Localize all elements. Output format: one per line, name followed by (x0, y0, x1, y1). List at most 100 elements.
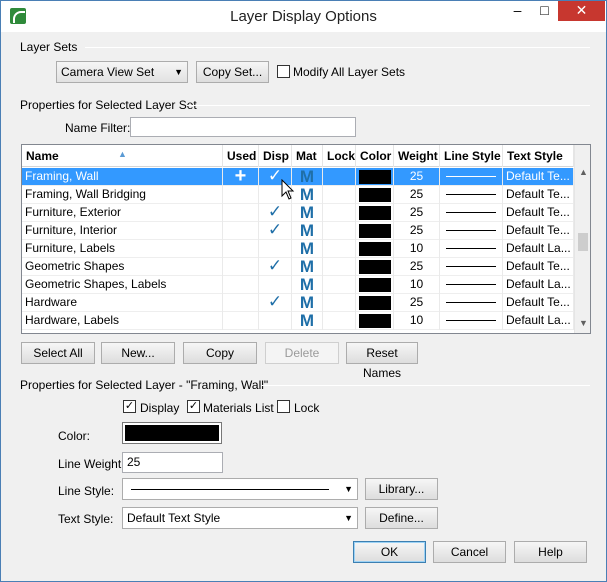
cell-line-style[interactable] (440, 276, 503, 294)
cell-text-style[interactable]: Default Te... (503, 258, 574, 276)
new-layer-button[interactable]: New... (101, 342, 175, 364)
color-picker-button[interactable] (122, 422, 222, 444)
cell-lock[interactable] (323, 312, 356, 330)
cell-lock[interactable] (323, 276, 356, 294)
ok-button[interactable]: OK (353, 541, 426, 563)
cell-line-style[interactable] (440, 186, 503, 204)
cell-weight[interactable]: 25 (394, 186, 440, 204)
cell-weight[interactable]: 10 (394, 240, 440, 258)
column-header-text-style[interactable]: Text Style (503, 145, 574, 167)
cell-used[interactable] (223, 276, 259, 294)
name-filter-input[interactable] (130, 117, 356, 137)
cell-used[interactable] (223, 240, 259, 258)
column-header-color[interactable]: Color (356, 145, 394, 167)
cell-color[interactable] (356, 222, 394, 240)
table-vertical-scrollbar[interactable]: ▲ ▼ (574, 145, 590, 333)
table-row[interactable]: Framing, Wall Bridging M 25 Default Te... (22, 186, 574, 204)
cell-color[interactable] (356, 186, 394, 204)
cell-disp[interactable]: ✓ (259, 222, 292, 240)
cell-name[interactable]: Framing, Wall Bridging (22, 186, 223, 204)
cancel-button[interactable]: Cancel (433, 541, 506, 563)
table-row[interactable]: Hardware ✓ M 25 Default Te... (22, 294, 574, 312)
cell-text-style[interactable]: Default La... (503, 276, 574, 294)
cell-lock[interactable] (323, 294, 356, 312)
cell-mat[interactable]: M (292, 168, 323, 186)
define-button[interactable]: Define... (365, 507, 438, 529)
text-style-dropdown[interactable]: Default Text Style ▼ (122, 507, 358, 529)
cell-lock[interactable] (323, 222, 356, 240)
reset-names-button[interactable]: Reset Names (346, 342, 418, 380)
column-header-line-style[interactable]: Line Style (440, 145, 503, 167)
layer-set-dropdown[interactable]: Camera View Set ▼ (56, 61, 188, 83)
cell-disp[interactable] (259, 276, 292, 294)
cell-text-style[interactable]: Default Te... (503, 294, 574, 312)
line-weight-input[interactable]: 25 (122, 452, 223, 473)
cell-line-style[interactable] (440, 240, 503, 258)
scrollbar-thumb[interactable] (578, 233, 588, 251)
cell-used[interactable]: + (223, 168, 259, 186)
cell-used[interactable] (223, 294, 259, 312)
cell-mat[interactable]: M (292, 294, 323, 312)
cell-weight[interactable]: 25 (394, 204, 440, 222)
copy-set-button[interactable]: Copy Set... (196, 61, 269, 83)
cell-color[interactable] (356, 312, 394, 330)
library-button[interactable]: Library... (365, 478, 438, 500)
help-button[interactable]: Help (514, 541, 587, 563)
column-header-weight[interactable]: Weight (394, 145, 440, 167)
cell-lock[interactable] (323, 168, 356, 186)
scroll-up-icon[interactable]: ▲ (575, 167, 590, 177)
cell-used[interactable] (223, 258, 259, 276)
column-header-used[interactable]: Used (223, 145, 259, 167)
cell-mat[interactable]: M (292, 186, 323, 204)
cell-lock[interactable] (323, 186, 356, 204)
cell-mat[interactable]: M (292, 312, 323, 330)
cell-color[interactable] (356, 294, 394, 312)
scroll-down-icon[interactable]: ▼ (575, 318, 590, 328)
table-row[interactable]: Geometric Shapes ✓ M 25 Default Te... (22, 258, 574, 276)
lock-checkbox[interactable] (277, 400, 290, 413)
cell-used[interactable] (223, 222, 259, 240)
cell-name[interactable]: Framing, Wall (22, 168, 223, 186)
cell-disp[interactable] (259, 240, 292, 258)
column-header-disp[interactable]: Disp (259, 145, 292, 167)
cell-mat[interactable]: M (292, 222, 323, 240)
cell-lock[interactable] (323, 240, 356, 258)
materials-list-checkbox[interactable]: ✓ (187, 400, 200, 413)
cell-name[interactable]: Geometric Shapes (22, 258, 223, 276)
cell-weight[interactable]: 25 (394, 168, 440, 186)
cell-used[interactable] (223, 204, 259, 222)
column-header-lock[interactable]: Lock (323, 145, 356, 167)
cell-text-style[interactable]: Default Te... (503, 204, 574, 222)
cell-line-style[interactable] (440, 258, 503, 276)
cell-text-style[interactable]: Default Te... (503, 186, 574, 204)
maximize-button[interactable]: □ (531, 1, 558, 21)
cell-color[interactable] (356, 240, 394, 258)
cell-color[interactable] (356, 204, 394, 222)
cell-text-style[interactable]: Default Te... (503, 168, 574, 186)
cell-color[interactable] (356, 258, 394, 276)
column-header-name[interactable]: Name ▲ (22, 145, 223, 167)
cell-text-style[interactable]: Default La... (503, 240, 574, 258)
display-checkbox[interactable]: ✓ (123, 400, 136, 413)
cell-line-style[interactable] (440, 312, 503, 330)
cell-name[interactable]: Furniture, Labels (22, 240, 223, 258)
minimize-button[interactable]: – (504, 1, 531, 21)
cell-mat[interactable]: M (292, 240, 323, 258)
cell-name[interactable]: Furniture, Exterior (22, 204, 223, 222)
table-row[interactable]: Geometric Shapes, Labels M 10 Default La... (22, 276, 574, 294)
cell-text-style[interactable]: Default La... (503, 312, 574, 330)
cell-used[interactable] (223, 186, 259, 204)
column-header-mat[interactable]: Mat (292, 145, 323, 167)
cell-text-style[interactable]: Default Te... (503, 222, 574, 240)
line-style-dropdown[interactable]: ▼ (122, 478, 358, 500)
cell-weight[interactable]: 10 (394, 276, 440, 294)
cell-name[interactable]: Furniture, Interior (22, 222, 223, 240)
cell-line-style[interactable] (440, 204, 503, 222)
cell-line-style[interactable] (440, 294, 503, 312)
cell-weight[interactable]: 25 (394, 258, 440, 276)
cell-mat[interactable]: M (292, 258, 323, 276)
modify-all-layer-sets-checkbox[interactable] (277, 65, 290, 78)
cell-lock[interactable] (323, 258, 356, 276)
table-row[interactable]: Furniture, Labels M 10 Default La... (22, 240, 574, 258)
delete-layer-button[interactable]: Delete (265, 342, 339, 364)
